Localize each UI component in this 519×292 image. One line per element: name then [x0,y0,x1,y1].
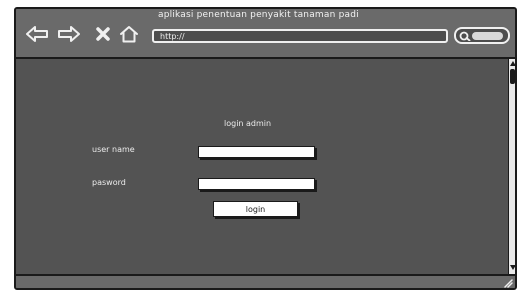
page-content: login admin user name pasword login [16,59,508,274]
search-field[interactable] [472,32,503,40]
browser-window: aplikasi penentuan penyakit tanaman padi… [14,7,517,290]
password-input[interactable] [198,178,315,190]
scroll-up-arrow-icon[interactable] [510,60,516,66]
scroll-thumb[interactable] [510,69,515,84]
close-icon[interactable] [96,27,110,41]
address-input[interactable] [154,31,446,41]
back-arrow-icon[interactable] [26,26,48,42]
browser-toolbar: aplikasi penentuan penyakit tanaman padi [16,9,515,59]
vertical-scrollbar[interactable] [508,59,516,274]
home-icon[interactable] [119,25,139,43]
username-label: user name [92,145,135,154]
scroll-down-arrow-icon[interactable] [510,265,516,271]
search-box[interactable] [454,27,510,44]
address-bar [152,29,448,43]
resize-grip-icon[interactable] [503,278,513,288]
status-bar [16,274,515,288]
login-heading: login admin [224,119,272,128]
login-button[interactable]: login [213,201,298,217]
window-title: aplikasi penentuan penyakit tanaman padi [158,10,359,20]
password-label: pasword [92,178,126,187]
username-input[interactable] [198,146,315,158]
forward-arrow-icon[interactable] [58,26,80,42]
search-icon [459,31,471,41]
